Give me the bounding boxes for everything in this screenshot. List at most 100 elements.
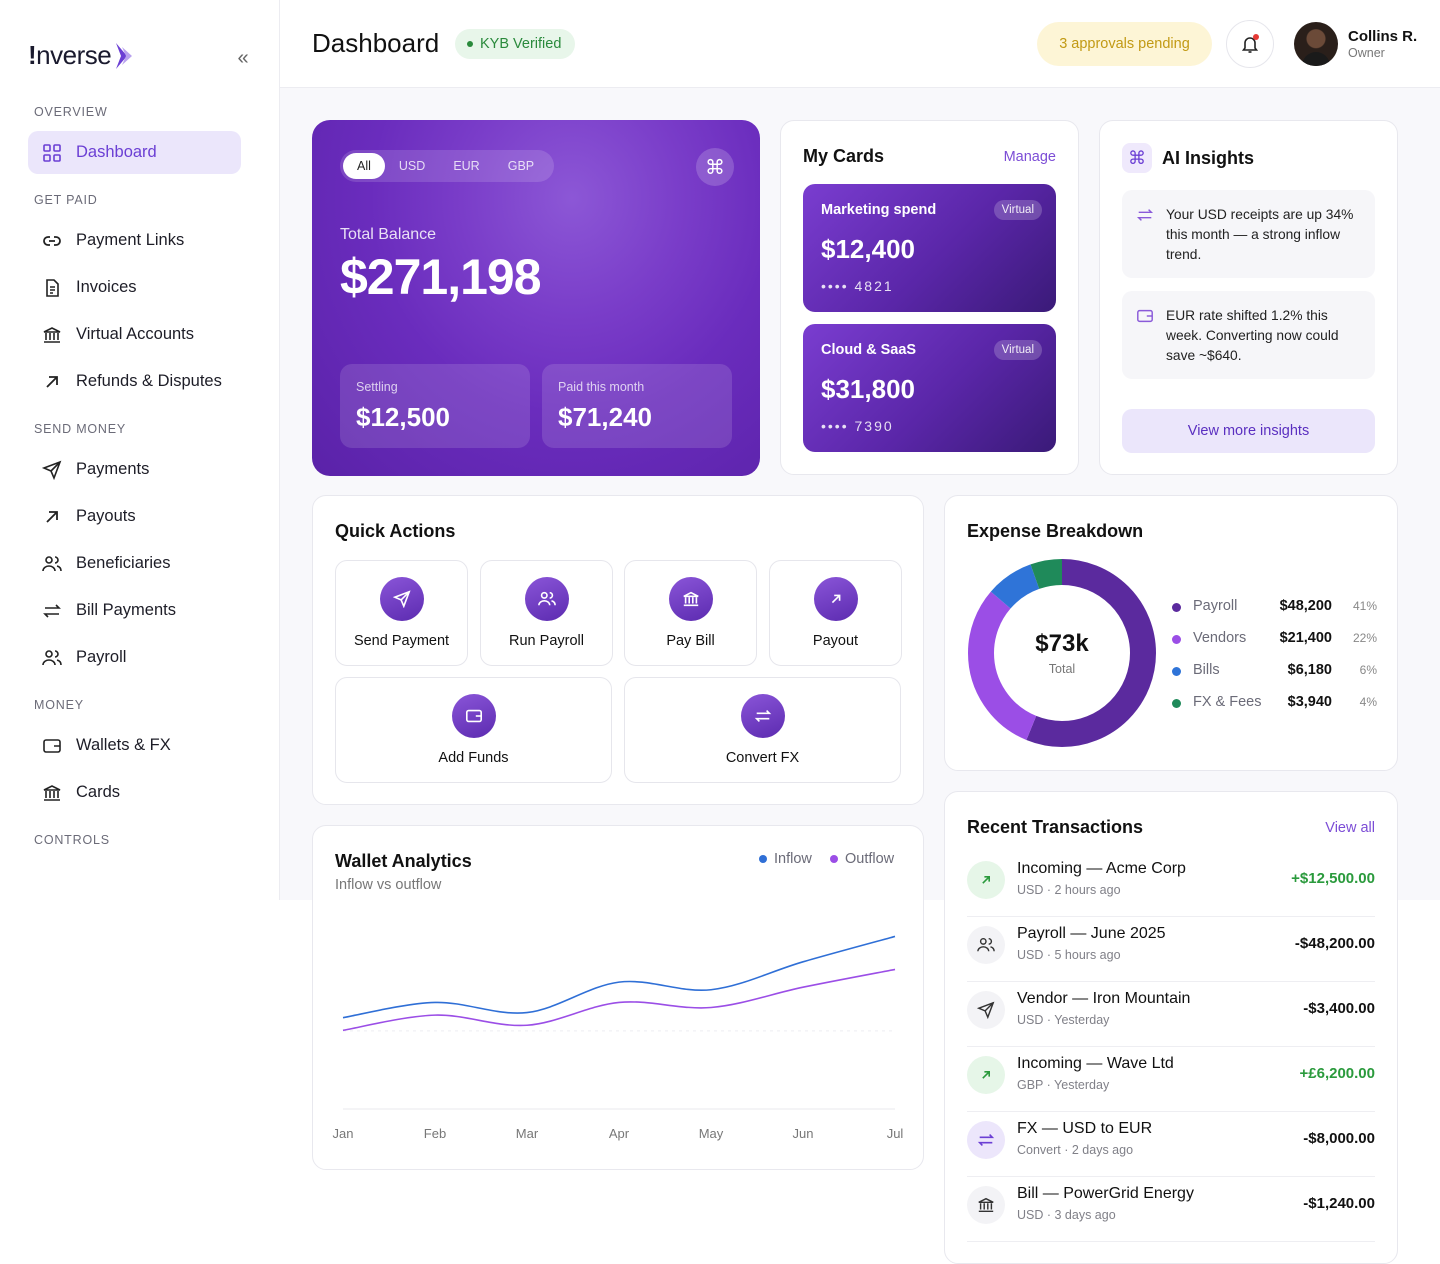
legend-name: FX & Fees: [1193, 694, 1262, 710]
ai-insights-title: AI Insights: [1162, 148, 1255, 168]
send-icon: [41, 459, 63, 481]
legend-percent: 22%: [1352, 631, 1377, 645]
page-title: Dashboard: [312, 28, 440, 58]
card-balance: $31,800: [821, 374, 915, 404]
sidebar-item-label: Payment Links: [76, 231, 185, 249]
insight-text: EUR rate shifted 1.2% this week. Convert…: [1166, 308, 1339, 363]
manage-cards-link[interactable]: Manage: [1004, 149, 1056, 165]
legend-outflow[interactable]: Outflow: [830, 851, 894, 867]
payout-button[interactable]: Payout: [769, 560, 902, 666]
sidebar-item-payroll[interactable]: Payroll: [28, 636, 241, 679]
command-icon[interactable]: ⌘: [696, 148, 734, 186]
transaction-amount: -$3,400.00: [1303, 1000, 1375, 1017]
wallet-analytics-title: Wallet Analytics: [335, 851, 472, 871]
users-icon: [41, 647, 63, 669]
sidebar-item-label: Payments: [76, 460, 150, 478]
logo[interactable]: ! nverse: [28, 40, 135, 71]
paid-this-month-tile: Paid this month $71,240: [542, 364, 732, 448]
card-type-badge: Virtual: [993, 340, 1042, 360]
sidebar-item-label: Bill Payments: [76, 601, 176, 619]
sidebar-item-beneficiaries[interactable]: Beneficiaries: [28, 542, 241, 585]
wallet-icon: [41, 735, 63, 757]
legend-dot: [830, 855, 838, 863]
pay-bill-button[interactable]: Pay Bill: [624, 560, 757, 666]
transaction-meta: USD · 3 days ago: [1017, 1208, 1116, 1222]
expense-breakdown-panel: Expense Breakdown $73k Total Payroll $48…: [944, 495, 1398, 771]
legend-percent: 4%: [1359, 695, 1377, 709]
sidebar-item-dashboard[interactable]: Dashboard: [28, 131, 241, 174]
legend-dot: [1172, 667, 1181, 676]
legend-name: Vendors: [1193, 630, 1247, 646]
transaction-meta: USD · 2 hours ago: [1017, 883, 1121, 897]
transaction-row[interactable]: FX — USD to EUR Convert · 2 days ago -$8…: [967, 1112, 1375, 1177]
sidebar-item-virtual-accounts[interactable]: Virtual Accounts: [28, 313, 241, 356]
transaction-amount: +£6,200.00: [1299, 1065, 1376, 1082]
transaction-row[interactable]: Vendor — Iron Mountain USD · Yesterday -…: [967, 982, 1375, 1047]
series-line-inflow[interactable]: [342, 935, 896, 1019]
x-tick-label: Jun: [793, 1126, 814, 1141]
bank-icon: [967, 1186, 1005, 1224]
users-icon: [967, 926, 1005, 964]
legend-inflow[interactable]: Inflow: [759, 851, 812, 867]
avatar[interactable]: [1294, 22, 1338, 66]
series-line-outflow[interactable]: [342, 968, 896, 1032]
sidebar-item-label: Payouts: [76, 507, 136, 525]
sidebar: ! nverse « OVERVIEW Dashboard GET PAID Pa…: [0, 0, 280, 900]
legend-value: $21,400: [1279, 630, 1332, 646]
card-name: Cloud & SaaS: [821, 342, 917, 358]
sidebar-item-refunds-disputes[interactable]: Refunds & Disputes: [28, 360, 241, 403]
view-more-insights-button[interactable]: View more insights: [1122, 409, 1375, 453]
legend-dot: [1172, 699, 1181, 708]
sidebar-item-bill-payments[interactable]: Bill Payments: [28, 589, 241, 632]
tab-usd[interactable]: USD: [385, 153, 439, 179]
convert-fx-button[interactable]: Convert FX: [624, 677, 901, 783]
transaction-meta: GBP · Yesterday: [1017, 1078, 1110, 1092]
legend-label: Inflow: [774, 851, 812, 867]
approvals-pending-button[interactable]: 3 approvals pending: [1037, 22, 1212, 66]
legend-percent: 6%: [1359, 663, 1377, 677]
legend-row-payroll: Payroll $48,200 41%: [1172, 597, 1377, 617]
collapse-sidebar-icon[interactable]: «: [232, 48, 254, 70]
bank-icon: [669, 577, 713, 621]
transaction-row[interactable]: Bill — PowerGrid Energy USD · 3 days ago…: [967, 1177, 1375, 1242]
donut-center-value: $73k: [1035, 630, 1089, 657]
quick-actions-panel: Quick Actions Send Payment Run Payroll P…: [312, 495, 924, 805]
card-cloud-saas[interactable]: Cloud & SaaS Virtual $31,800 •••• 7390: [803, 324, 1056, 452]
sidebar-item-wallets-fx[interactable]: Wallets & FX: [28, 724, 241, 767]
card-type-badge: Virtual: [993, 200, 1042, 220]
transaction-row[interactable]: Incoming — Wave Ltd GBP · Yesterday +£6,…: [967, 1047, 1375, 1112]
transaction-meta: USD · Yesterday: [1017, 1013, 1110, 1027]
action-label: Payout: [812, 633, 859, 649]
transaction-row[interactable]: Incoming — Acme Corp USD · 2 hours ago +…: [967, 852, 1375, 917]
legend-value: $6,180: [1287, 662, 1332, 678]
sidebar-item-payment-links[interactable]: Payment Links: [28, 219, 241, 262]
sidebar-item-cards[interactable]: Cards: [28, 771, 241, 814]
tab-gbp[interactable]: GBP: [494, 153, 548, 179]
action-label: Convert FX: [725, 750, 800, 766]
expense-breakdown-title: Expense Breakdown: [967, 521, 1144, 541]
section-label-controls: CONTROLS: [34, 833, 110, 847]
sidebar-item-payouts[interactable]: Payouts: [28, 495, 241, 538]
legend-row-bills: Bills $6,180 6%: [1172, 661, 1377, 681]
run-payroll-button[interactable]: Run Payroll: [480, 560, 613, 666]
wallet-icon: [1137, 309, 1153, 323]
send-icon: [380, 577, 424, 621]
sidebar-item-invoices[interactable]: Invoices: [28, 266, 241, 309]
ai-insights-panel: ⌘ AI Insights Your USD receipts are up 3…: [1099, 120, 1398, 475]
view-all-transactions-link[interactable]: View all: [1325, 820, 1375, 836]
settling-label: Settling: [356, 380, 398, 394]
tab-eur[interactable]: EUR: [439, 153, 493, 179]
notifications-button[interactable]: [1226, 20, 1274, 68]
sidebar-item-payments[interactable]: Payments: [28, 448, 241, 491]
transaction-row[interactable]: Payroll — June 2025 USD · 5 hours ago -$…: [967, 917, 1375, 982]
link-icon: [41, 230, 63, 252]
card-balance: $12,400: [821, 234, 915, 264]
user-role: Owner: [1348, 46, 1385, 60]
tab-all[interactable]: All: [343, 153, 385, 179]
insight-card: EUR rate shifted 1.2% this week. Convert…: [1122, 291, 1375, 379]
x-tick-label: May: [699, 1126, 724, 1141]
arrow-up-right-icon: [967, 861, 1005, 899]
card-marketing-spend[interactable]: Marketing spend Virtual $12,400 •••• 482…: [803, 184, 1056, 312]
add-funds-button[interactable]: Add Funds: [335, 677, 612, 783]
send-payment-button[interactable]: Send Payment: [335, 560, 468, 666]
